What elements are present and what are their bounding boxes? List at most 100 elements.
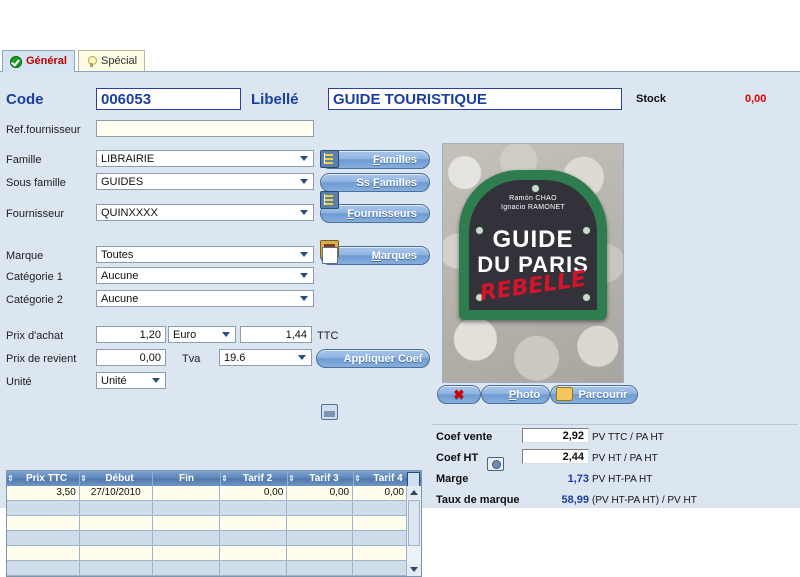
tab-general[interactable]: Général bbox=[2, 50, 75, 72]
marque-select[interactable]: Toutes bbox=[96, 246, 314, 263]
cell-tarif4 bbox=[353, 561, 407, 575]
grid-header: ⇕ Prix TTC ⇕ Début Fin ⇕ Tarif 2 ⇕ Tarif… bbox=[7, 471, 421, 487]
marge-note: PV HT-PA HT bbox=[592, 474, 653, 485]
tab-special[interactable]: Spécial bbox=[78, 50, 146, 72]
photo-label-rest: hoto bbox=[516, 388, 541, 401]
column-splitter[interactable]: ⇕ bbox=[288, 471, 295, 486]
chevron-down-icon[interactable] bbox=[294, 350, 309, 365]
table-row[interactable] bbox=[7, 501, 407, 516]
ttc-label: TTC bbox=[317, 330, 339, 342]
famille-value: LIBRAIRIE bbox=[101, 152, 155, 165]
chevron-down-icon[interactable] bbox=[148, 373, 163, 388]
grid-col-tarif3[interactable]: Tarif 3 bbox=[295, 471, 354, 486]
tarifs-grid[interactable]: ⇕ Prix TTC ⇕ Début Fin ⇕ Tarif 2 ⇕ Tarif… bbox=[6, 470, 422, 577]
chevron-down-icon[interactable] bbox=[296, 205, 311, 220]
libelle-input[interactable]: GUIDE TOURISTIQUE bbox=[328, 88, 622, 110]
photo-authors: Ramón CHAO Ignacio RAMONET bbox=[469, 194, 597, 212]
product-photo[interactable]: Ramón CHAO Ignacio RAMONET GUIDE DU PARI… bbox=[442, 143, 624, 383]
code-input[interactable]: 006053 bbox=[96, 88, 241, 110]
categorie1-value: Aucune bbox=[101, 269, 139, 282]
grid-col-prix-ttc[interactable]: Prix TTC bbox=[14, 471, 80, 486]
table-row[interactable] bbox=[7, 546, 407, 561]
marge-value: 1,73 bbox=[567, 473, 589, 485]
column-splitter[interactable]: ⇕ bbox=[7, 471, 14, 486]
grid-col-debut[interactable]: Début bbox=[87, 471, 153, 486]
fournisseur-label: Fournisseur bbox=[6, 208, 65, 220]
chevron-down-icon[interactable] bbox=[296, 247, 311, 262]
cell-tarif3 bbox=[287, 546, 354, 560]
marques-mnemonic: M bbox=[371, 249, 381, 262]
cell-tarif2 bbox=[220, 516, 288, 530]
ss-familles-mnemonic: F bbox=[372, 176, 380, 189]
categorie1-select[interactable]: Aucune bbox=[96, 267, 314, 284]
cell-tarif4 bbox=[353, 546, 407, 560]
chevron-down-icon[interactable] bbox=[296, 291, 311, 306]
column-splitter[interactable]: ⇕ bbox=[221, 471, 228, 486]
marques-label-rest: arques bbox=[380, 249, 417, 262]
chevron-down-icon[interactable] bbox=[296, 151, 311, 166]
coef-ht-input[interactable]: 2,44 bbox=[522, 449, 589, 464]
devise-select[interactable]: Euro bbox=[168, 326, 236, 343]
grid-col-fin[interactable]: Fin bbox=[153, 471, 221, 486]
cell-fin bbox=[153, 546, 221, 560]
scrollbar-thumb[interactable] bbox=[408, 500, 420, 546]
chevron-down-icon[interactable] bbox=[218, 327, 233, 342]
cell-debut bbox=[80, 516, 153, 530]
chevron-down-icon[interactable] bbox=[296, 268, 311, 283]
tab-general-label: Général bbox=[26, 55, 67, 67]
cell-debut bbox=[80, 546, 153, 560]
cell-tarif4 bbox=[353, 531, 407, 545]
cell-debut bbox=[80, 531, 153, 545]
delete-photo-button[interactable]: ✖ bbox=[437, 385, 481, 404]
familles-mnemonic: F bbox=[372, 153, 380, 166]
tva-select[interactable]: 19.6 bbox=[219, 349, 312, 366]
photo-author-1: Ramón CHAO bbox=[509, 195, 557, 202]
table-row[interactable] bbox=[7, 531, 407, 546]
unite-value: Unité bbox=[101, 374, 127, 387]
marque-label: Marque bbox=[6, 250, 44, 262]
appliquer-coef-button[interactable]: Appliquer Coef bbox=[316, 349, 430, 368]
marge-label: Marge bbox=[436, 473, 469, 485]
table-row[interactable] bbox=[7, 516, 407, 531]
fournisseur-select[interactable]: QUINXXXX bbox=[96, 204, 314, 221]
ss-familles-button[interactable]: Ss Familles bbox=[320, 173, 430, 192]
tab-special-label: Spécial bbox=[101, 55, 138, 67]
photo-button[interactable]: Photo bbox=[481, 385, 550, 404]
grid-col-tarif2[interactable]: Tarif 2 bbox=[228, 471, 288, 486]
categorie2-select[interactable]: Aucune bbox=[96, 290, 314, 307]
ref-fournisseur-label: Ref.fournisseur bbox=[6, 124, 81, 136]
general-tab-panel: Code 006053 Libellé GUIDE TOURISTIQUE St… bbox=[0, 71, 800, 577]
cell-fin bbox=[153, 531, 221, 545]
column-splitter[interactable]: ⇕ bbox=[80, 471, 87, 486]
scroll-down-button[interactable] bbox=[407, 563, 421, 576]
taux-marque-value: 58,99 bbox=[561, 494, 589, 506]
sous-famille-select[interactable]: GUIDES bbox=[96, 173, 314, 190]
coef-vente-input[interactable]: 2,92 bbox=[522, 428, 589, 443]
chevron-down-icon[interactable] bbox=[296, 174, 311, 189]
column-splitter[interactable]: ⇕ bbox=[354, 471, 361, 486]
cell-tarif3: 0,00 bbox=[287, 486, 354, 500]
sous-famille-value: GUIDES bbox=[101, 175, 144, 188]
prix-revient-input[interactable]: 0,00 bbox=[96, 349, 166, 366]
cell-tarif2 bbox=[220, 546, 288, 560]
prix-achat-ttc-input[interactable]: 1,44 bbox=[240, 326, 312, 343]
cell-prix-ttc bbox=[7, 516, 80, 530]
tree-icon-familles bbox=[320, 150, 339, 168]
scroll-up-button[interactable] bbox=[407, 486, 421, 499]
delete-row-icon[interactable] bbox=[407, 472, 420, 487]
famille-select[interactable]: LIBRAIRIE bbox=[96, 150, 314, 167]
table-row[interactable]: 3,50 27/10/2010 0,00 0,00 0,00 bbox=[7, 486, 407, 501]
unite-select[interactable]: Unité bbox=[96, 372, 166, 389]
photo-author-2: Ignacio RAMONET bbox=[500, 204, 566, 211]
lightbulb-icon bbox=[86, 55, 97, 68]
ref-fournisseur-input[interactable] bbox=[96, 120, 314, 137]
camera-icon bbox=[487, 457, 504, 471]
check-circle-icon bbox=[10, 55, 22, 68]
prix-achat-input[interactable]: 1,20 bbox=[96, 326, 166, 343]
grid-vertical-scrollbar[interactable] bbox=[406, 486, 421, 576]
table-row[interactable] bbox=[7, 561, 407, 576]
fournisseur-value: QUINXXXX bbox=[101, 206, 158, 219]
familles-label-rest: amilles bbox=[379, 153, 417, 166]
cell-tarif2 bbox=[220, 531, 288, 545]
photo-image: Ramón CHAO Ignacio RAMONET GUIDE DU PARI… bbox=[443, 144, 623, 382]
